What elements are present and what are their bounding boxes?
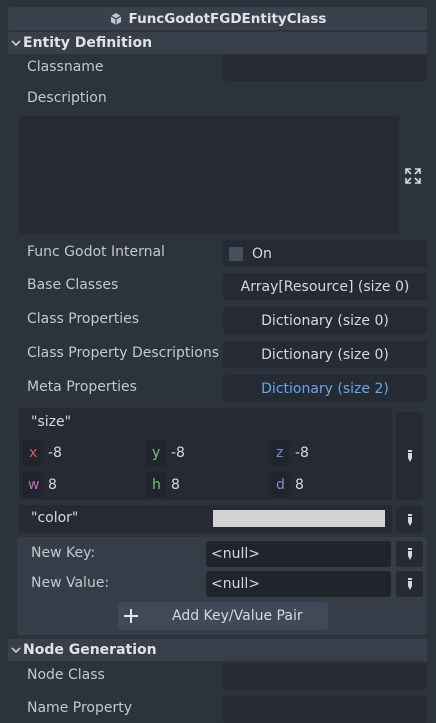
new-key-edit-button[interactable]	[396, 541, 423, 567]
add-key-value-button[interactable]: Add Key/Value Pair	[118, 602, 328, 630]
description-label: Description	[27, 90, 107, 106]
meta-properties-label: Meta Properties	[27, 379, 137, 395]
w-value[interactable]: 8	[48, 477, 57, 493]
expand-icon[interactable]	[403, 166, 423, 186]
resource-icon	[110, 12, 121, 25]
class-properties-button[interactable]: Dictionary (size 0)	[223, 307, 427, 334]
chevron-down-icon	[11, 647, 21, 654]
section-title: Entity Definition	[23, 35, 153, 51]
base-classes-button[interactable]: Array[Resource] (size 0)	[223, 273, 427, 300]
name-property-field[interactable]	[223, 696, 427, 723]
node-class-field[interactable]	[223, 663, 427, 690]
z-axis-label: z	[276, 445, 284, 461]
classname-label: Classname	[27, 59, 104, 75]
new-value-field[interactable]: <null>	[206, 571, 391, 597]
new-key-label: New Key:	[31, 545, 96, 561]
color-key: "color"	[31, 510, 79, 526]
func-godot-internal-label: Func Godot Internal	[27, 244, 165, 260]
new-value-label: New Value:	[31, 575, 110, 591]
y-axis-label: y	[152, 445, 161, 461]
y-value[interactable]: -8	[171, 445, 185, 461]
new-value-edit-button[interactable]	[396, 571, 423, 597]
new-key-field[interactable]: <null>	[206, 541, 391, 567]
node-class-label: Node Class	[27, 667, 105, 683]
pencil-icon	[407, 578, 412, 590]
add-key-value-label: Add Key/Value Pair	[172, 608, 303, 624]
plus-icon	[124, 609, 138, 623]
pencil-icon	[407, 450, 412, 462]
class-property-descriptions-button[interactable]: Dictionary (size 0)	[223, 341, 427, 368]
color-swatch[interactable]	[213, 510, 385, 527]
chevron-down-icon	[11, 40, 21, 47]
size-entry-panel	[19, 408, 392, 500]
x-value[interactable]: -8	[48, 445, 62, 461]
description-textarea[interactable]	[19, 116, 399, 234]
name-property-label: Name Property	[27, 700, 132, 716]
inspector-title-bar: FuncGodotFGDEntityClass	[8, 7, 427, 30]
func-godot-internal-toggle[interactable]: On	[223, 240, 427, 267]
h-value[interactable]: 8	[171, 477, 180, 493]
checkbox-icon[interactable]	[229, 246, 243, 261]
w-axis-label: w	[28, 477, 40, 493]
section-entity-definition[interactable]: Entity Definition	[8, 32, 427, 54]
size-edit-button[interactable]	[396, 412, 423, 500]
class-property-descriptions-label: Class Property Descriptions	[27, 345, 220, 361]
d-value[interactable]: 8	[295, 477, 304, 493]
meta-properties-button[interactable]: Dictionary (size 2)	[223, 375, 427, 402]
z-value[interactable]: -8	[295, 445, 309, 461]
inspector-title: FuncGodotFGDEntityClass	[128, 10, 327, 27]
base-classes-label: Base Classes	[27, 277, 119, 293]
on-label: On	[252, 245, 272, 262]
size-key: "size"	[31, 414, 72, 430]
x-axis-label: x	[29, 445, 38, 461]
pencil-icon	[407, 548, 412, 560]
classname-field[interactable]	[223, 55, 427, 81]
d-axis-label: d	[276, 477, 285, 493]
section-title: Node Generation	[23, 642, 157, 658]
h-axis-label: h	[152, 477, 161, 493]
section-node-generation[interactable]: Node Generation	[8, 639, 427, 661]
class-properties-label: Class Properties	[27, 311, 140, 327]
pencil-icon	[407, 513, 412, 526]
color-edit-button[interactable]	[396, 506, 423, 533]
